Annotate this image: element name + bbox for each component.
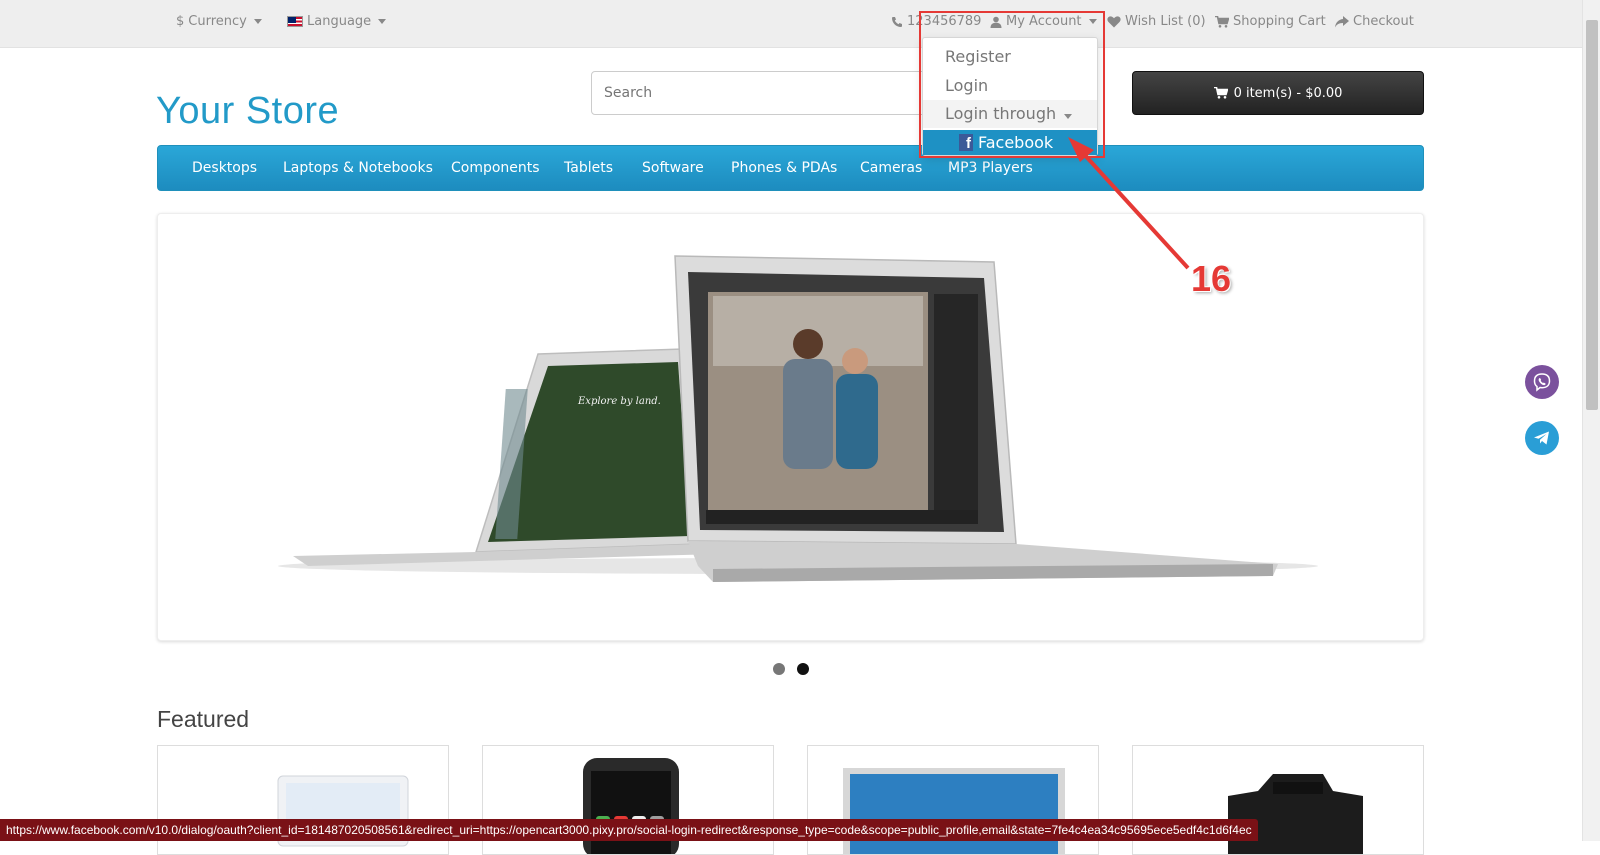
menu-item-phones-pdas[interactable]: Phones & PDAs bbox=[731, 160, 837, 176]
menu-item-software[interactable]: Software bbox=[642, 160, 704, 176]
chevron-down-icon bbox=[1064, 114, 1073, 119]
shopping-cart-label: Shopping Cart bbox=[1233, 14, 1326, 29]
menu-item-cameras[interactable]: Cameras bbox=[860, 160, 922, 176]
viber-button[interactable] bbox=[1525, 365, 1559, 399]
register-link[interactable]: Register bbox=[945, 47, 1011, 66]
uk-flag-icon bbox=[287, 16, 303, 27]
slideshow-pagination bbox=[773, 663, 809, 675]
phone-number: 123456789 bbox=[907, 14, 982, 29]
browser-status-bar-url: https://www.facebook.com/v10.0/dialog/oa… bbox=[0, 819, 1258, 841]
telegram-button[interactable] bbox=[1525, 421, 1559, 455]
search-input[interactable] bbox=[591, 71, 951, 115]
user-icon bbox=[990, 16, 1002, 28]
menu-item-laptops-notebooks[interactable]: Laptops & Notebooks bbox=[283, 160, 433, 176]
heart-icon bbox=[1107, 15, 1121, 27]
language-dropdown[interactable]: Language bbox=[287, 14, 387, 29]
currency-label: Currency bbox=[188, 14, 247, 29]
wishlist-link[interactable]: Wish List (0) bbox=[1107, 14, 1206, 29]
share-arrow-icon bbox=[1335, 15, 1349, 27]
chevron-down-icon bbox=[1088, 19, 1097, 24]
store-logo[interactable]: Your Store bbox=[156, 90, 339, 133]
login-through-label: Login through bbox=[945, 104, 1057, 123]
slide-dot-1[interactable] bbox=[773, 663, 785, 675]
phone-icon bbox=[892, 16, 902, 27]
menu-item-desktops[interactable]: Desktops bbox=[192, 160, 257, 176]
viber-icon bbox=[1533, 373, 1551, 392]
facebook-login-item[interactable]: f Facebook bbox=[923, 130, 1097, 155]
my-account-label: My Account bbox=[1006, 14, 1082, 29]
chevron-down-icon bbox=[253, 19, 262, 24]
macbook-air-banner-image: Explore by land. bbox=[278, 255, 1318, 582]
checkout-link[interactable]: Checkout bbox=[1335, 14, 1414, 29]
chevron-down-icon bbox=[378, 19, 387, 24]
slide-dot-2[interactable] bbox=[797, 663, 809, 675]
dollar-icon: $ bbox=[176, 14, 185, 29]
login-through-toggle[interactable]: Login through bbox=[923, 100, 1097, 128]
currency-dropdown[interactable]: $ Currency bbox=[176, 14, 262, 29]
checkout-label: Checkout bbox=[1353, 14, 1414, 29]
cart-icon bbox=[1215, 15, 1229, 28]
shopping-cart-link[interactable]: Shopping Cart bbox=[1215, 14, 1326, 29]
explore-by-land-text: Explore by land. bbox=[577, 396, 661, 407]
my-account-dropdown[interactable]: My Account bbox=[990, 14, 1097, 29]
cart-icon bbox=[1213, 87, 1228, 99]
menu-item-components[interactable]: Components bbox=[451, 160, 540, 176]
featured-heading: Featured bbox=[157, 706, 250, 732]
telegram-icon bbox=[1534, 431, 1549, 445]
language-label: Language bbox=[307, 14, 372, 29]
wishlist-label: Wish List (0) bbox=[1125, 14, 1206, 29]
slideshow[interactable]: Explore by land. bbox=[157, 213, 1424, 641]
scrollbar-thumb[interactable] bbox=[1586, 20, 1598, 410]
account-dropdown-menu: Register Login Login through f Facebook bbox=[922, 37, 1098, 156]
phone-link[interactable]: 123456789 bbox=[891, 14, 981, 29]
page-scrollbar[interactable] bbox=[1582, 0, 1600, 841]
top-bar: $ Currency Language 123456789 My Account… bbox=[0, 0, 1582, 48]
main-menu: Desktops Laptops & Notebooks Components … bbox=[157, 145, 1424, 191]
menu-item-mp3-players[interactable]: MP3 Players bbox=[948, 160, 1033, 176]
menu-item-tablets[interactable]: Tablets bbox=[564, 160, 613, 176]
annotation-step-number: 16 bbox=[1191, 258, 1232, 299]
cart-total-label: 0 item(s) - $0.00 bbox=[1233, 85, 1343, 101]
cart-total-button[interactable]: 0 item(s) - $0.00 bbox=[1132, 71, 1424, 115]
login-link[interactable]: Login bbox=[945, 76, 988, 95]
facebook-icon: f bbox=[959, 134, 973, 152]
facebook-label: Facebook bbox=[978, 133, 1054, 152]
